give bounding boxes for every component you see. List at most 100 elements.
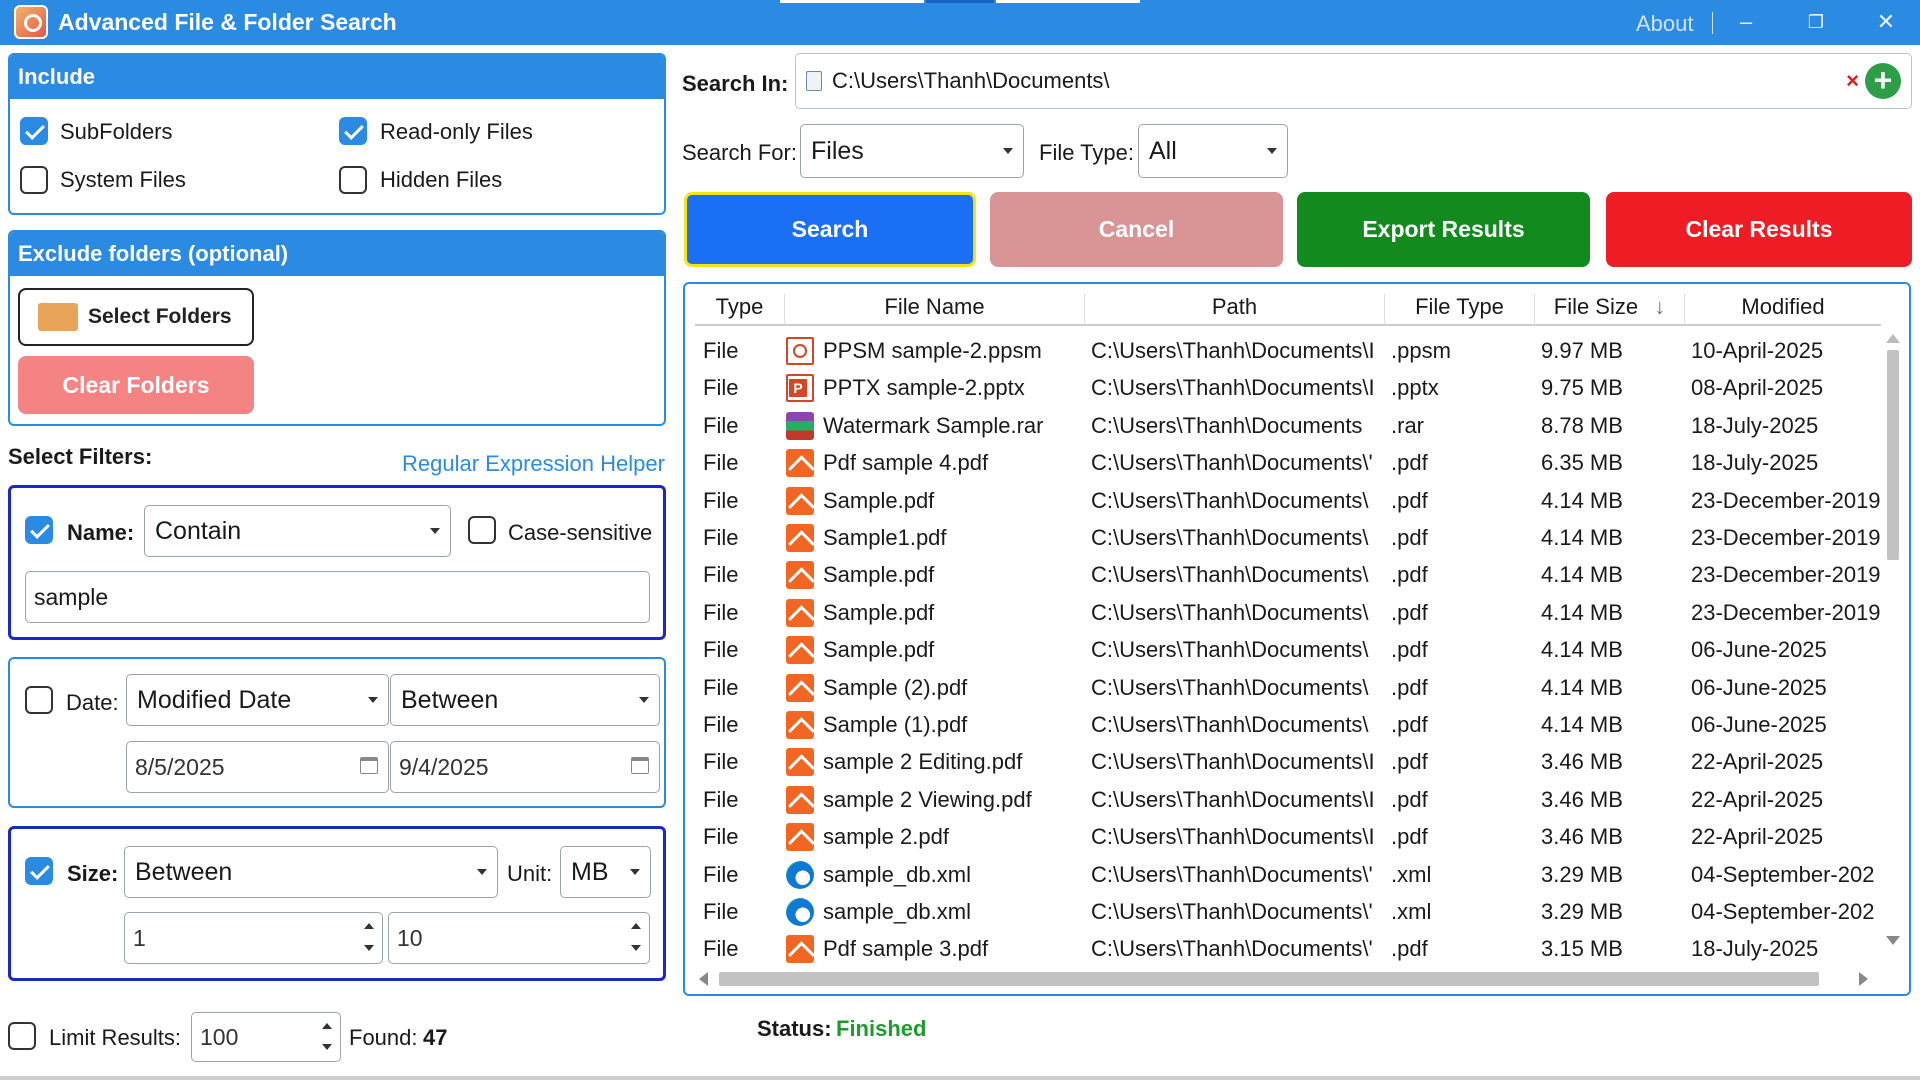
size-min-input[interactable]: 1 — [124, 912, 383, 964]
clear-folders-button[interactable]: Clear Folders — [18, 356, 254, 414]
table-row[interactable]: File sample 2 Editing.pdf C:\Users\Thanh\D… — [695, 743, 1881, 780]
pdf-icon — [786, 823, 814, 852]
date-from-input[interactable]: 8/5/2025 — [126, 741, 389, 793]
unit-label: Unit: — [507, 861, 553, 886]
spin-down-icon[interactable] — [631, 945, 641, 951]
date-mode-dropdown[interactable]: Between — [390, 674, 660, 726]
search-for-dropdown[interactable]: Files — [800, 124, 1024, 178]
chevron-down-icon — [639, 697, 649, 703]
column-header-file-type[interactable]: File Type — [1385, 294, 1535, 326]
name-filter-checkbox[interactable] — [25, 516, 53, 544]
limit-results-checkbox[interactable] — [8, 1022, 36, 1050]
date-field-dropdown[interactable]: Modified Date — [126, 674, 389, 726]
column-header-file-size[interactable]: File Size ↓ — [1535, 294, 1685, 326]
file-type-dropdown[interactable]: All — [1138, 124, 1288, 178]
column-header-path[interactable]: Path — [1085, 294, 1385, 326]
clear-results-button[interactable]: Clear Results — [1606, 192, 1912, 267]
table-row[interactable]: File sample_db.xml C:\Users\Thanh\Document… — [695, 856, 1881, 893]
regex-helper-link[interactable]: Regular Expression Helper — [402, 451, 665, 477]
status-value: Finished — [836, 1016, 927, 1041]
table-row[interactable]: File Sample.pdf C:\Users\Thanh\Documents\.… — [695, 556, 1881, 593]
pdf-icon — [786, 711, 814, 739]
search-button[interactable]: Search — [684, 192, 976, 267]
column-header-file-name[interactable]: File Name — [785, 294, 1085, 326]
subfolders-label: SubFolders — [60, 119, 173, 144]
horizontal-scroll-thumb[interactable] — [719, 972, 1819, 986]
spin-up-icon[interactable] — [631, 923, 641, 929]
column-header-modified[interactable]: Modified — [1685, 294, 1881, 326]
unit-dropdown[interactable]: MB — [560, 846, 651, 898]
table-row[interactable]: File Pdf sample 4.pdf C:\Users\Thanh\Docum… — [695, 444, 1881, 481]
scroll-left-icon[interactable] — [699, 972, 708, 986]
cell-file-type: .xml — [1391, 861, 1432, 887]
restore-icon[interactable]: ❐ — [1796, 6, 1836, 38]
spin-up-icon[interactable] — [322, 1023, 332, 1029]
vertical-scrollbar[interactable] — [1881, 328, 1905, 945]
table-row[interactable]: File Sample.pdf C:\Users\Thanh\Documents\.… — [695, 482, 1881, 519]
scroll-right-icon[interactable] — [1859, 972, 1868, 986]
table-row[interactable]: File sample_db.xml C:\Users\Thanh\Document… — [695, 893, 1881, 930]
pdf-icon — [786, 486, 814, 515]
system-files-checkbox[interactable] — [20, 166, 48, 194]
column-header-type[interactable]: Type — [695, 294, 785, 326]
clear-path-icon[interactable]: × — [1846, 54, 1859, 108]
table-row[interactable]: File Sample.pdf C:\Users\Thanh\Documents\.… — [695, 631, 1881, 668]
cell-file-size: 6.35 MB — [1541, 450, 1623, 476]
name-filter-input[interactable]: sample — [25, 571, 650, 623]
select-folders-button[interactable]: Select Folders — [18, 288, 254, 346]
cell-file-size: 4.14 MB — [1541, 525, 1623, 550]
size-mode-dropdown[interactable]: Between — [124, 846, 498, 898]
export-results-button[interactable]: Export Results — [1297, 192, 1590, 267]
table-row[interactable]: File Watermark Sample.rar C:\Users\Thanh\D… — [695, 407, 1881, 444]
table-row[interactable]: File sample 2.pdf C:\Users\Thanh\Documents… — [695, 818, 1881, 855]
search-path-input[interactable]: C:\Users\Thanh\Documents\ × + — [795, 53, 1912, 109]
cell-file-size: 9.75 MB — [1541, 375, 1623, 401]
file-type-value: All — [1149, 137, 1177, 165]
hidden-files-label: Hidden Files — [380, 167, 503, 192]
table-row[interactable]: File sample 2 Viewing.pdf C:\Users\Thanh\D… — [695, 781, 1881, 818]
spin-down-icon[interactable] — [364, 945, 374, 951]
table-row[interactable]: File Pdf sample 3.pdf C:\Users\Thanh\Docum… — [695, 930, 1881, 967]
date-to-input[interactable]: 9/4/2025 — [390, 741, 660, 793]
table-row[interactable]: File Sample (1).pdf C:\Users\Thanh\Documen… — [695, 706, 1881, 743]
horizontal-scrollbar[interactable] — [695, 968, 1881, 988]
subfolders-checkbox[interactable] — [20, 117, 48, 145]
table-row[interactable]: File PPSM sample-2.ppsm C:\Users\Thanh\Doc… — [695, 332, 1881, 369]
vertical-scroll-thumb[interactable] — [1887, 350, 1899, 560]
cell-modified: 18-July-2025 — [1691, 450, 1819, 476]
calendar-icon[interactable] — [631, 757, 649, 774]
minimize-icon[interactable]: – — [1726, 6, 1766, 38]
cell-file-name: Sample (2).pdf — [823, 674, 968, 700]
cancel-button[interactable]: Cancel — [990, 192, 1283, 267]
cell-path: C:\Users\Thanh\Documents\I — [1091, 375, 1375, 401]
size-max-input[interactable]: 10 — [388, 912, 650, 964]
tab-indicator-active — [926, 0, 994, 3]
limit-results-input[interactable]: 100 — [191, 1012, 341, 1062]
cell-path: C:\Users\Thanh\Documents — [1091, 412, 1363, 438]
scroll-up-icon[interactable] — [1886, 334, 1900, 343]
scroll-down-icon[interactable] — [1886, 936, 1900, 945]
name-mode-dropdown[interactable]: Contain — [144, 505, 451, 557]
cell-file-size: 4.14 MB — [1541, 712, 1623, 737]
date-filter-label: Date: — [66, 690, 119, 715]
select-folders-label: Select Folders — [88, 305, 232, 328]
spin-down-icon[interactable] — [322, 1044, 332, 1050]
add-path-icon[interactable]: + — [1865, 63, 1901, 99]
calendar-icon[interactable] — [360, 757, 378, 774]
case-sensitive-checkbox[interactable] — [468, 516, 496, 544]
search-for-value: Files — [811, 137, 864, 165]
found-label: Found: — [349, 1025, 418, 1050]
cell-modified: 04-September-202 — [1691, 899, 1875, 924]
spin-up-icon[interactable] — [364, 923, 374, 929]
table-row[interactable]: File Sample1.pdf C:\Users\Thanh\Documents\… — [695, 519, 1881, 556]
table-row[interactable]: File PPTX sample-2.pptx C:\Users\Thanh\Doc… — [695, 369, 1881, 406]
table-row[interactable]: File Sample (2).pdf C:\Users\Thanh\Documen… — [695, 669, 1881, 706]
size-filter-checkbox[interactable] — [25, 857, 53, 885]
readonly-checkbox[interactable] — [339, 117, 367, 145]
hidden-files-checkbox[interactable] — [339, 166, 367, 194]
date-filter-checkbox[interactable] — [25, 686, 53, 714]
about-link[interactable]: About — [1636, 11, 1694, 37]
table-row[interactable]: File Sample.pdf C:\Users\Thanh\Documents\.… — [695, 594, 1881, 631]
close-icon[interactable]: ✕ — [1866, 6, 1906, 38]
cell-type: File — [703, 899, 739, 924]
